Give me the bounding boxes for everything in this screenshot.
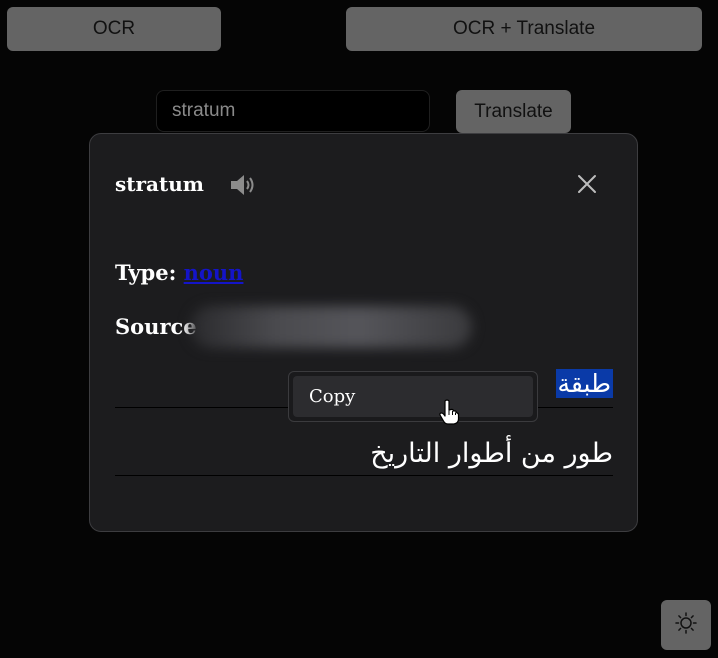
speaker-icon[interactable] <box>229 172 259 198</box>
translation-dialog: stratum Type: noun Source طبقة طور من أط… <box>89 133 638 532</box>
type-label: Type: <box>115 260 177 285</box>
translation-secondary-text[interactable]: طور من أطوار التاريخ <box>370 438 613 469</box>
theme-toggle-button[interactable] <box>661 600 711 650</box>
source-label: Source <box>115 314 197 339</box>
context-menu: Copy <box>288 371 538 422</box>
sun-icon <box>675 611 697 639</box>
source-redacted <box>190 306 472 348</box>
app-root: OCR OCR + Translate Translate stratum Ty… <box>0 0 718 658</box>
ocr-translate-button[interactable]: OCR + Translate <box>346 7 702 51</box>
translation-primary-text[interactable]: طبقة <box>555 369 613 398</box>
type-line: Type: noun <box>115 260 243 285</box>
type-value-link[interactable]: noun <box>184 260 244 285</box>
translate-button[interactable]: Translate <box>456 90 571 133</box>
dialog-word-title: stratum <box>115 172 204 196</box>
ocr-button[interactable]: OCR <box>7 7 221 51</box>
word-input[interactable] <box>156 90 430 132</box>
close-icon[interactable] <box>575 172 599 196</box>
translation-secondary-row: طور من أطوار التاريخ <box>115 434 613 476</box>
hand-pointer-icon <box>439 399 460 425</box>
copy-menu-item[interactable]: Copy <box>293 376 533 417</box>
